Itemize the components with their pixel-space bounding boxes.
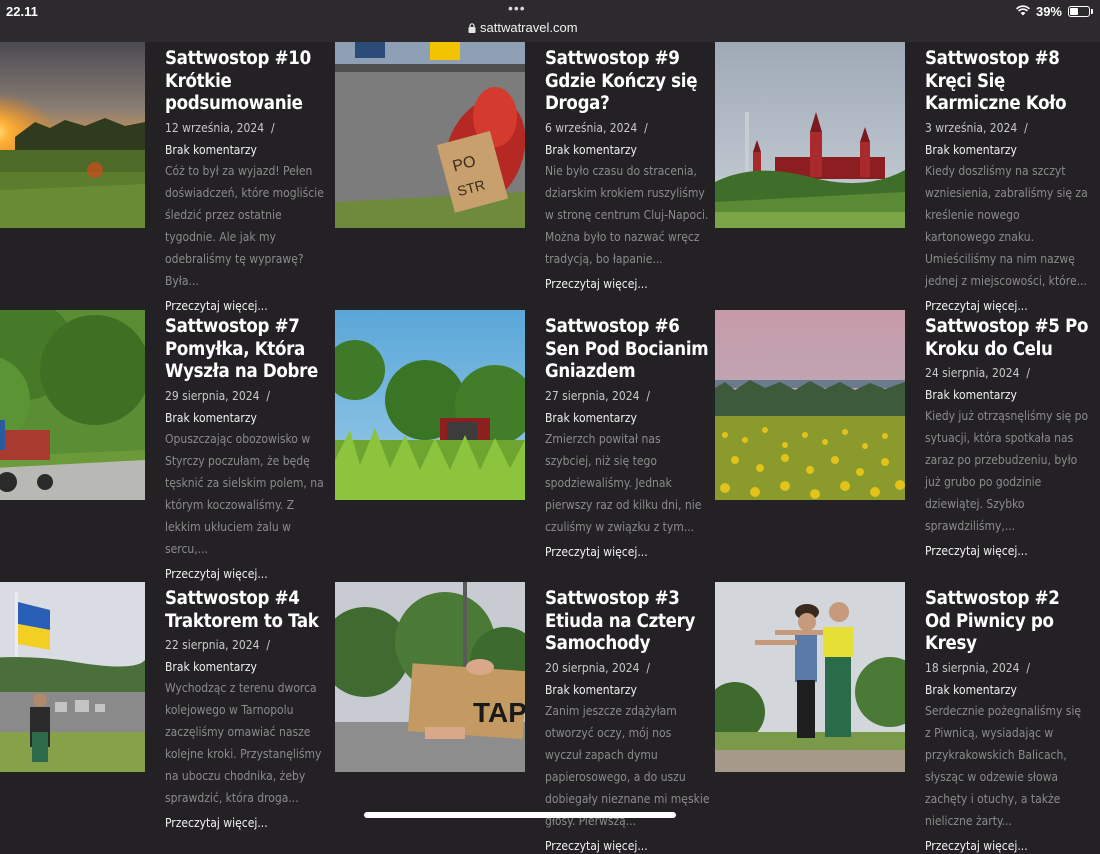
post-date: 27 sierpnia, 2024 / [545,388,651,403]
read-more-link[interactable]: Przeczytaj więcej... [925,543,1090,559]
post-excerpt: Wychodząc z terenu dworca kolejowego w T… [165,681,322,805]
post-card: Sattwostop #4 Traktorem to Tak 22 sierpn… [0,582,335,852]
url-text: sattwatravel.com [480,20,578,35]
browser-status-bar: 22.11 ••• sattwatravel.com 39% [0,0,1100,42]
comments-link[interactable]: Brak komentarzy [165,659,330,675]
post-title[interactable]: Sattwostop #7 Pomyłka, Która Wyszła na D… [165,316,330,384]
post-excerpt: Kiedy już otrząsnęliśmy się po sytuacji,… [925,409,1089,533]
hitchhikers-thumbs-up-photo[interactable] [715,582,905,772]
ukrainian-flag-hill-photo[interactable] [0,582,145,772]
tractor-in-cornfield-photo[interactable] [335,310,525,500]
post-date: 22 sierpnia, 2024 / [165,638,271,652]
post-title[interactable]: Sattwostop #10 Krótkie podsumowanie [165,48,330,116]
read-more-link[interactable]: Przeczytaj więcej... [545,838,710,854]
read-more-link[interactable]: Przeczytaj więcej... [165,566,330,582]
post-excerpt: Serdecznie pożegnaliśmy się z Piwnicą, w… [925,703,1082,828]
read-more-link[interactable]: Przeczytaj więcej... [165,815,330,831]
post-title[interactable]: Sattwostop #8 Kręci Się Karmiczne Koło [925,48,1090,116]
post-excerpt: Kiedy doszliśmy na szczyt wzniesienia, z… [925,163,1088,288]
post-date: 29 sierpnia, 2024 / [165,388,271,403]
post-title[interactable]: Sattwostop #4 Traktorem to Tak [165,588,330,633]
read-more-link[interactable]: Przeczytaj więcej... [925,838,1090,854]
more-dots-icon[interactable]: ••• [508,0,526,16]
post-date: 6 września, 2024 / [545,120,648,135]
post-excerpt: Nie było czasu do stracenia, dziarskim k… [545,163,709,266]
read-more-link[interactable]: Przeczytaj więcej... [545,276,710,292]
lock-icon [468,22,476,33]
post-title[interactable]: Sattwostop #6 Sen Pod Bocianim Gniazdem [545,316,710,384]
post-date: 12 września, 2024 / [165,120,275,135]
comments-link[interactable]: Brak komentarzy [165,142,330,158]
read-more-link[interactable]: Przeczytaj więcej... [545,544,710,560]
battery-percent: 39% [1035,4,1062,19]
wifi-icon [1016,4,1030,19]
comments-link[interactable]: Brak komentarzy [925,142,1090,158]
comments-link[interactable]: Brak komentarzy [925,682,1090,698]
post-excerpt: Cóż to był za wyjazd! Pełen doświadczeń,… [165,163,324,288]
address-bar[interactable]: sattwatravel.com [468,20,578,35]
svg-text:TAP: TAP [473,697,525,728]
hitchhiking-sign-photo[interactable]: TAP [335,582,525,772]
post-excerpt: Opuszczając obozowisko w Styrczy poczuła… [165,431,324,556]
post-title[interactable]: Sattwostop #9 Gdzie Kończy się Droga? [545,48,710,116]
clock-time: 22.11 [6,4,38,19]
comments-link[interactable]: Brak komentarzy [545,142,710,158]
post-card: Sattwostop #5 Po Kroku do Celu 24 sierpn… [715,310,1095,580]
battery-icon [1068,6,1093,17]
post-card: PO STR Sattwostop #9 Gdzie Kończy się Dr… [335,42,715,312]
post-title[interactable]: Sattwostop #2 Od Piwnicy po Kresy [925,588,1090,656]
post-date: 18 sierpnia, 2024 / [925,660,1031,675]
castle-hill-photo[interactable] [715,42,905,228]
home-indicator[interactable] [364,812,676,818]
backpack-roadside-photo[interactable]: PO STR [335,42,525,228]
post-title[interactable]: Sattwostop #5 Po Kroku do Celu [925,316,1090,361]
comments-link[interactable]: Brak komentarzy [545,410,710,426]
post-card: Sattwostop #6 Sen Pod Bocianim Gniazdem … [335,310,715,580]
sunset-field-photo[interactable] [0,42,145,228]
post-date: 20 sierpnia, 2024 / [545,660,651,675]
post-card: Sattwostop #8 Kręci Się Karmiczne Koło 3… [715,42,1095,313]
post-date: 3 września, 2024 / [925,120,1028,135]
post-card: Sattwostop #10 Krótkie podsumowanie 12 w… [0,42,335,313]
post-excerpt: Zmierzch powitał nas szybciej, niż się t… [545,431,702,534]
comments-link[interactable]: Brak komentarzy [545,682,710,698]
comments-link[interactable]: Brak komentarzy [925,387,1090,403]
sunflower-field-photo[interactable] [715,310,905,500]
red-tractor-road-photo[interactable] [0,310,145,500]
post-date: 24 sierpnia, 2024 / [925,366,1031,380]
post-card: Sattwostop #7 Pomyłka, Która Wyszła na D… [0,310,335,582]
comments-link[interactable]: Brak komentarzy [165,410,330,426]
post-title[interactable]: Sattwostop #3 Etiuda na Cztery Samochody [545,588,710,656]
post-card: Sattwostop #2 Od Piwnicy po Kresy 18 sie… [715,582,1095,854]
